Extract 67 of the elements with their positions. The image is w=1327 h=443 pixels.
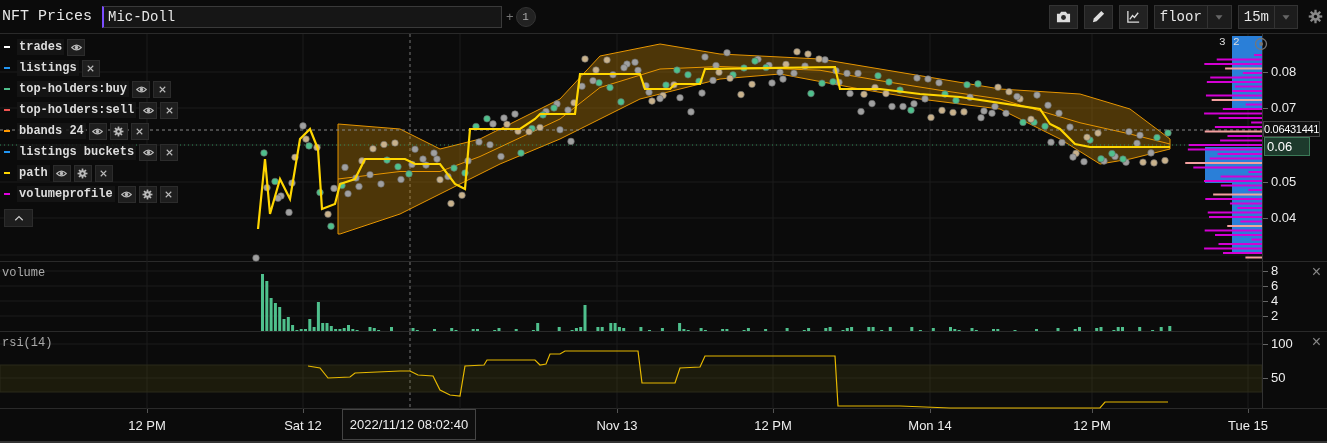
crosshair-time-label: 2022/11/12 08:02:40 [342,409,476,440]
series-settings-button[interactable] [73,164,92,182]
series-count: 2 [1233,36,1240,48]
settings-icon [1308,9,1323,24]
series-label: listings buckets [17,144,137,160]
time-tick-label: 12 PM [754,418,792,433]
series-label: volumeprofile [17,186,115,202]
time-tick-label: 12 PM [1073,418,1111,433]
target-icon[interactable] [1254,37,1268,51]
settings-icon [113,125,125,137]
crosshair-price-label: 0.06431441 [1263,121,1321,137]
series-label: path [17,165,50,181]
series-label: trades [17,39,65,55]
visibility-toggle[interactable] [88,122,107,140]
eye-icon [92,125,104,137]
pencil-button[interactable] [1083,4,1113,29]
remove-series-button[interactable] [160,101,179,119]
eye-icon [70,41,82,53]
eye-icon [56,167,68,179]
time-tick-label: Mon 14 [908,418,952,433]
series-label: listings [17,60,79,76]
pane-title: rsi(14) [2,336,53,350]
remove-series-button[interactable] [159,185,178,203]
eye-icon [121,188,133,200]
last-price-label: 0.06 [1264,137,1310,156]
series-settings-button[interactable] [109,122,128,140]
add-compare-button[interactable]: + [506,9,514,24]
pencil-icon [1090,9,1106,24]
interval-dropdown[interactable]: 15m [1237,4,1298,29]
remove-series-button[interactable] [94,164,113,182]
remove-series-button[interactable] [160,143,179,161]
series-settings-button[interactable] [138,185,157,203]
collapse-legend-button[interactable] [4,209,33,227]
search-field[interactable]: Mic-Doll [102,5,502,28]
chart-button[interactable] [1118,4,1148,29]
visibility-toggle[interactable] [52,164,71,182]
compare-count: 1 [515,6,536,27]
time-tick-label: 12 PM [128,418,166,433]
visibility-toggle[interactable] [132,80,151,98]
series-label: top-holders:buy [17,81,130,97]
settings-icon [142,188,154,200]
time-tick-label: Nov 13 [596,418,638,433]
pane-title: volume [2,266,46,280]
line-chart-icon [1125,9,1141,24]
time-tick-label: Sat 12 [284,418,322,433]
settings-icon [77,167,89,179]
eye-icon [142,104,154,116]
series-count: 3 [1219,36,1226,48]
settings-button[interactable] [1308,9,1323,24]
camera-button[interactable] [1048,4,1078,29]
remove-series-button[interactable] [130,122,149,140]
visibility-toggle[interactable] [67,38,86,56]
time-tick-label: Tue 15 [1228,418,1268,433]
visibility-toggle[interactable] [139,143,158,161]
eye-icon [135,83,147,95]
eye-icon [142,146,154,158]
series-label: top-holders:sell [17,102,137,118]
close-pane-button[interactable]: × [1311,264,1321,280]
remove-series-button[interactable] [81,59,100,77]
app-title: NFT Prices [2,8,93,25]
close-pane-button[interactable]: × [1311,334,1321,350]
remove-series-button[interactable] [153,80,172,98]
visibility-toggle[interactable] [139,101,158,119]
series-dropdown[interactable]: floor [1153,4,1232,29]
camera-icon [1055,9,1071,24]
series-label: bbands 24 [17,123,86,139]
visibility-toggle[interactable] [117,185,136,203]
